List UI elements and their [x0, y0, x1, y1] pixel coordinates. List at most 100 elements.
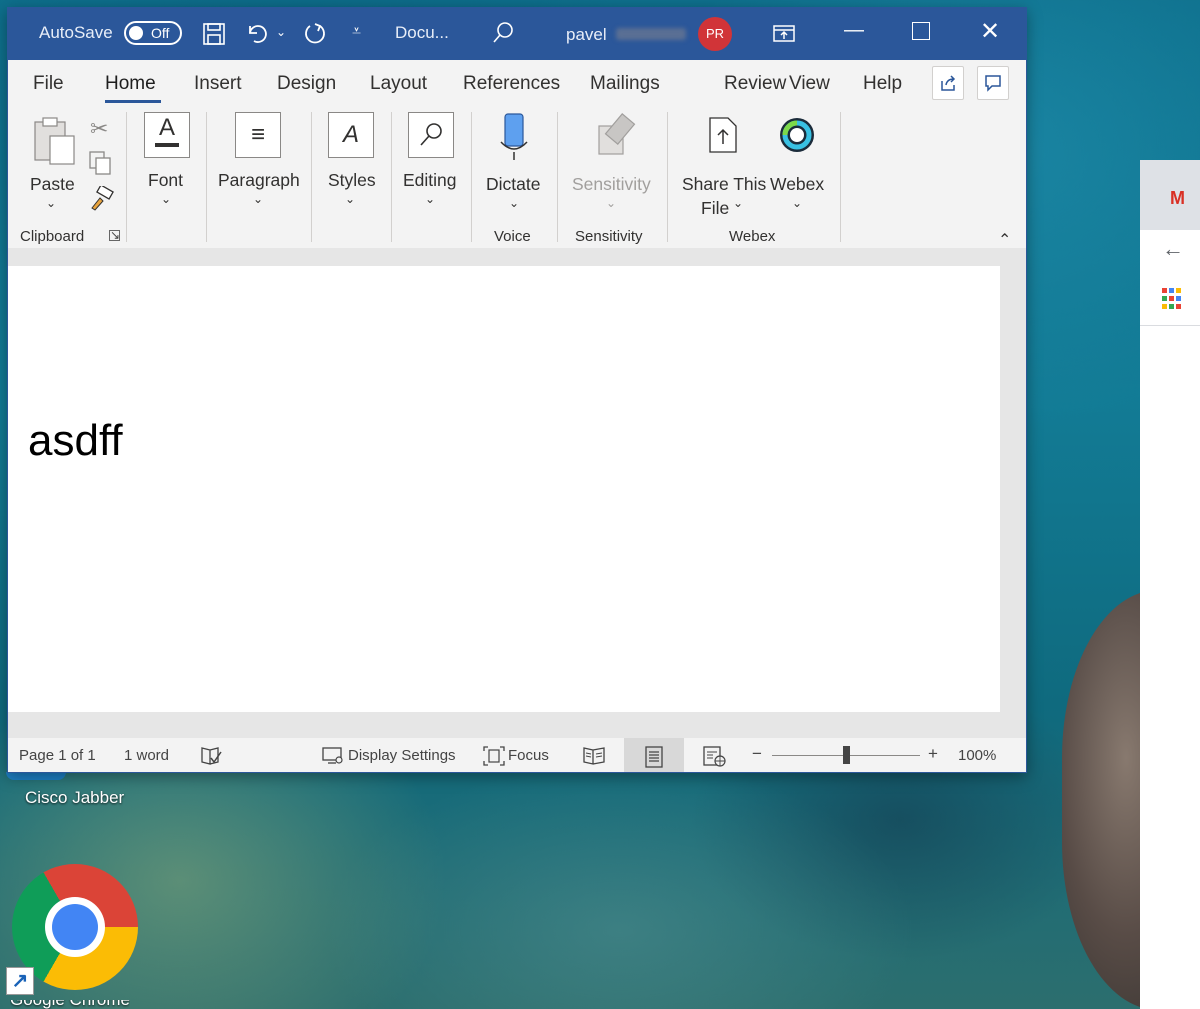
- webex-icon[interactable]: [778, 116, 816, 154]
- title-bar[interactable]: AutoSave Off ⌄ ⩡ Docu... pavel PR — ✕: [8, 8, 1026, 60]
- editing-icon[interactable]: [408, 112, 454, 158]
- tab-file[interactable]: File: [33, 73, 64, 95]
- paragraph-dropdown-icon[interactable]: ⌄: [253, 192, 263, 206]
- sensitivity-dropdown-icon: ⌄: [606, 196, 617, 210]
- browser-side-window[interactable]: M ←: [1140, 160, 1200, 1009]
- shortcut-arrow-icon: ↗: [6, 967, 34, 995]
- search-icon[interactable]: [491, 21, 515, 45]
- divider: [1140, 325, 1200, 326]
- minimize-icon[interactable]: —: [844, 20, 864, 40]
- display-settings-icon[interactable]: [322, 747, 344, 765]
- close-icon[interactable]: ✕: [980, 20, 1000, 44]
- paste-dropdown-icon[interactable]: ⌄: [46, 196, 56, 210]
- focus-label[interactable]: Focus: [508, 747, 549, 764]
- status-bar: Page 1 of 1 1 word Display Settings Focu…: [8, 738, 1026, 772]
- microphone-icon[interactable]: [498, 112, 530, 162]
- document-name[interactable]: Docu...: [395, 23, 449, 43]
- separator: [667, 112, 668, 242]
- format-painter-icon[interactable]: [88, 186, 114, 212]
- tab-design[interactable]: Design: [277, 73, 336, 95]
- separator: [557, 112, 558, 242]
- dictate-label[interactable]: Dictate: [486, 174, 540, 195]
- font-label[interactable]: Font: [148, 170, 183, 191]
- save-icon[interactable]: [202, 22, 226, 46]
- comments-button[interactable]: [977, 66, 1009, 100]
- zoom-level[interactable]: 100%: [958, 747, 996, 764]
- font-icon[interactable]: A: [144, 112, 190, 158]
- separator: [126, 112, 127, 242]
- tab-layout[interactable]: Layout: [370, 73, 427, 95]
- document-page[interactable]: asdff: [8, 266, 1000, 712]
- paragraph-label[interactable]: Paragraph: [218, 170, 300, 191]
- tab-home[interactable]: Home: [105, 73, 156, 95]
- user-avatar[interactable]: PR: [698, 17, 732, 51]
- share-file-label-line2[interactable]: File: [701, 198, 729, 219]
- apps-grid-icon[interactable]: [1162, 288, 1184, 310]
- tab-insert[interactable]: Insert: [194, 73, 242, 95]
- active-tab-indicator: [105, 100, 161, 103]
- redo-icon[interactable]: [302, 21, 328, 47]
- page-count[interactable]: Page 1 of 1: [19, 747, 96, 764]
- undo-dropdown-icon[interactable]: ⌄: [276, 26, 286, 38]
- customize-qat-icon[interactable]: ⩡: [352, 24, 361, 40]
- gmail-icon[interactable]: M: [1170, 188, 1185, 209]
- web-layout-icon[interactable]: [703, 746, 727, 768]
- undo-icon[interactable]: [244, 20, 270, 46]
- display-settings-label[interactable]: Display Settings: [348, 747, 456, 764]
- cisco-jabber-icon[interactable]: [6, 772, 66, 780]
- read-mode-icon[interactable]: [583, 746, 605, 766]
- editing-dropdown-icon[interactable]: ⌄: [425, 192, 435, 206]
- separator: [840, 112, 841, 242]
- paragraph-icon[interactable]: ≡: [235, 112, 281, 158]
- editing-label[interactable]: Editing: [403, 170, 457, 191]
- google-chrome-label[interactable]: Google Chrome: [10, 1000, 130, 1009]
- tab-help[interactable]: Help: [863, 73, 902, 95]
- user-name[interactable]: pavel: [566, 25, 607, 45]
- clipboard-dialog-launcher-icon[interactable]: ↘: [109, 229, 120, 241]
- browser-tabstrip[interactable]: M: [1140, 160, 1200, 230]
- styles-dropdown-icon[interactable]: ⌄: [345, 192, 355, 206]
- proofing-icon[interactable]: [200, 746, 222, 766]
- autosave-toggle[interactable]: Off: [124, 21, 182, 45]
- copy-icon[interactable]: [88, 150, 112, 176]
- chrome-core: [52, 904, 98, 950]
- tab-review[interactable]: Review: [724, 73, 786, 95]
- collapse-ribbon-icon[interactable]: ⌃: [998, 230, 1011, 250]
- cisco-jabber-label[interactable]: Cisco Jabber: [25, 788, 124, 808]
- print-layout-icon[interactable]: [645, 746, 663, 768]
- maximize-icon[interactable]: [912, 22, 930, 40]
- back-arrow-icon[interactable]: ←: [1162, 236, 1184, 262]
- styles-label[interactable]: Styles: [328, 170, 376, 191]
- clipboard-group-label: Clipboard: [20, 228, 85, 245]
- sensitivity-group-label: Sensitivity: [575, 228, 643, 245]
- webex-dropdown-icon[interactable]: ⌄: [792, 196, 802, 210]
- font-dropdown-icon[interactable]: ⌄: [161, 192, 171, 206]
- voice-group-label: Voice: [494, 228, 531, 245]
- zoom-in-button[interactable]: +: [928, 744, 938, 764]
- share-file-label-line1[interactable]: Share This: [682, 174, 766, 195]
- ribbon-display-options-icon[interactable]: [772, 23, 796, 43]
- share-button[interactable]: [932, 66, 964, 100]
- document-canvas[interactable]: asdff: [8, 248, 1026, 738]
- word-window[interactable]: AutoSave Off ⌄ ⩡ Docu... pavel PR — ✕ Fi…: [7, 7, 1027, 773]
- dictate-dropdown-icon[interactable]: ⌄: [509, 196, 519, 210]
- cut-icon[interactable]: ✂: [90, 116, 108, 142]
- zoom-out-button[interactable]: −: [752, 744, 762, 764]
- ribbon-tabs: File Home Insert Design Layout Reference…: [8, 60, 1026, 108]
- separator: [471, 112, 472, 242]
- toggle-knob: [129, 26, 143, 40]
- webex-label[interactable]: Webex: [770, 174, 824, 195]
- styles-icon[interactable]: A: [328, 112, 374, 158]
- sensitivity-icon: [598, 113, 636, 155]
- tab-view[interactable]: View: [789, 73, 830, 95]
- paste-label[interactable]: Paste: [30, 174, 75, 195]
- document-text[interactable]: asdff: [28, 416, 123, 466]
- share-file-dropdown-icon[interactable]: ⌄: [733, 196, 743, 210]
- share-file-icon[interactable]: [708, 116, 738, 154]
- tab-mailings[interactable]: Mailings: [590, 73, 660, 95]
- paste-icon[interactable]: [32, 116, 78, 166]
- word-count[interactable]: 1 word: [124, 747, 169, 764]
- tab-references[interactable]: References: [463, 73, 560, 95]
- focus-icon[interactable]: [483, 746, 505, 766]
- zoom-slider-thumb[interactable]: [843, 746, 850, 764]
